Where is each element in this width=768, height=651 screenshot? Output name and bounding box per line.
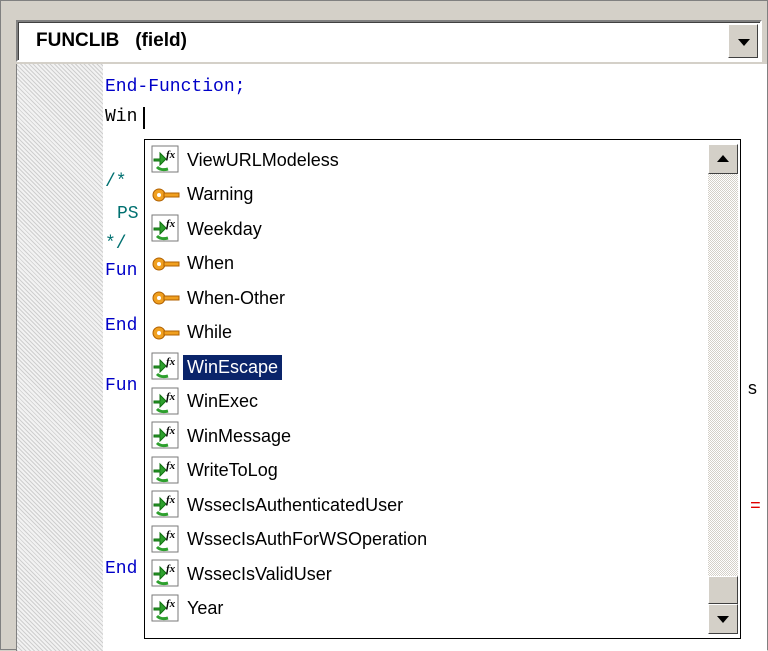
text-caret — [143, 107, 145, 129]
autocomplete-item[interactable]: When-Other — [151, 282, 289, 314]
autocomplete-item[interactable]: fx WinEscape — [151, 351, 283, 383]
autocomplete-item[interactable]: fx WssecIsAuthenticatedUser — [151, 489, 407, 521]
scroll-up-button[interactable] — [708, 144, 738, 174]
keyword-icon — [151, 318, 181, 348]
function-icon: fx — [151, 559, 181, 589]
autocomplete-item[interactable]: fx WinMessage — [151, 420, 295, 452]
chevron-down-icon — [717, 616, 729, 623]
autocomplete-item[interactable]: When — [151, 248, 238, 280]
code-line-end-2: End — [105, 559, 138, 579]
autocomplete-item-label: WssecIsAuthForWSOperation — [187, 529, 428, 549]
function-icon: fx — [151, 214, 181, 244]
autocomplete-item[interactable]: While — [151, 317, 236, 349]
autocomplete-popup[interactable]: fx ViewURLModeless Warning fx Weekday When Whe… — [144, 139, 741, 639]
chevron-down-icon — [738, 39, 750, 46]
autocomplete-item-label: WinMessage — [187, 425, 292, 446]
svg-text:fx: fx — [166, 494, 176, 506]
code-line-typed: Win — [105, 107, 138, 127]
dropdown-button[interactable] — [728, 24, 758, 58]
function-icon: fx — [151, 456, 181, 486]
code-line-end-1: End — [105, 316, 138, 336]
scroll-down-button[interactable] — [708, 604, 738, 634]
object-selector[interactable]: FUNCLIB (field) — [16, 20, 762, 62]
autocomplete-item-label: WriteToLog — [187, 460, 278, 480]
code-line-end-function: End-Function; — [105, 77, 246, 97]
autocomplete-item[interactable]: fx WssecIsValidUser — [151, 558, 336, 590]
keyword-icon — [151, 283, 181, 313]
autocomplete-item[interactable]: fx ViewURLModeless — [151, 144, 343, 176]
code-line-function-2: Fun — [105, 376, 138, 396]
keyword-icon — [151, 180, 181, 210]
svg-text:fx: fx — [166, 529, 176, 541]
svg-text:fx: fx — [166, 149, 176, 161]
autocomplete-item[interactable]: fx WinExec — [151, 386, 262, 418]
chevron-up-icon — [717, 155, 729, 162]
svg-text:fx: fx — [166, 218, 176, 230]
svg-text:fx: fx — [166, 425, 176, 437]
autocomplete-item[interactable]: Warning — [151, 179, 257, 211]
autocomplete-item-label: When — [187, 253, 235, 273]
editor-window: FUNCLIB (field) End-Function; Win /* PS … — [0, 0, 768, 651]
autocomplete-item[interactable]: fx WssecIsAuthForWSOperation — [151, 524, 431, 556]
function-icon: fx — [151, 352, 181, 382]
autocomplete-item-label: ViewURLModeless — [187, 149, 339, 170]
editor-gutter — [17, 64, 103, 651]
code-fragment-as: s — [747, 380, 758, 400]
autocomplete-item[interactable]: fx Weekday — [151, 213, 266, 245]
svg-text:fx: fx — [166, 460, 176, 472]
autocomplete-item-label: Year — [187, 598, 224, 618]
vertical-scrollbar[interactable] — [708, 144, 738, 634]
autocomplete-item-label: WinExec — [187, 391, 259, 411]
code-fragment-equals: = — [750, 497, 761, 517]
autocomplete-item-label: WssecIsValidUser — [187, 563, 332, 584]
function-icon: fx — [151, 525, 181, 555]
svg-text:fx: fx — [166, 563, 176, 575]
function-icon: fx — [151, 490, 181, 520]
code-line-comment-open: /* — [105, 172, 127, 192]
svg-text:fx: fx — [166, 391, 176, 403]
function-icon: fx — [151, 145, 181, 175]
code-line-ps: PS — [117, 204, 139, 224]
scroll-thumb[interactable] — [708, 576, 738, 604]
object-selector-label: FUNCLIB (field) — [36, 30, 187, 51]
autocomplete-item-label: Warning — [187, 184, 254, 204]
autocomplete-item[interactable]: fx WriteToLog — [151, 455, 282, 487]
autocomplete-item-label: WssecIsAuthenticatedUser — [187, 494, 404, 515]
function-icon: fx — [151, 421, 181, 451]
code-line-comment-close: */ — [105, 234, 127, 254]
code-line-function-1: Fun — [105, 261, 138, 281]
autocomplete-item-label: While — [187, 322, 233, 342]
autocomplete-item[interactable]: fx Year — [151, 593, 227, 625]
autocomplete-item-label: WinEscape — [183, 354, 283, 380]
function-icon: fx — [151, 594, 181, 624]
function-icon: fx — [151, 387, 181, 417]
svg-text:fx: fx — [166, 356, 176, 368]
keyword-icon — [151, 249, 181, 279]
svg-text:fx: fx — [166, 598, 176, 610]
autocomplete-item-label: Weekday — [187, 218, 262, 239]
autocomplete-item-label: When-Other — [187, 287, 286, 308]
